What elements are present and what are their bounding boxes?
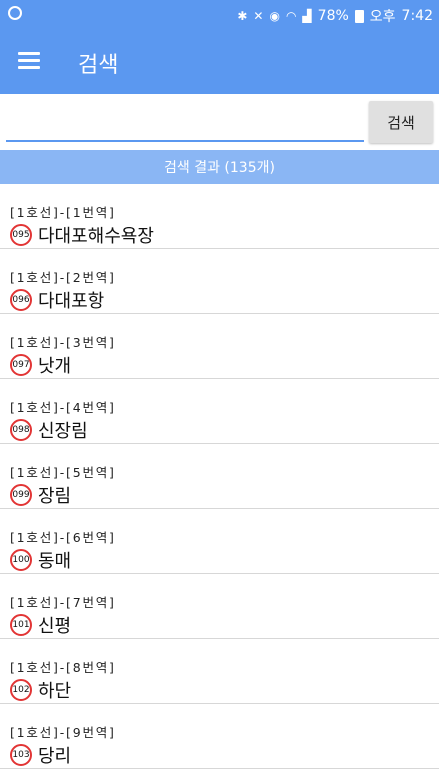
search-row: 검색 bbox=[0, 94, 439, 150]
line-station-label: [1호선]-[8번역] bbox=[10, 660, 116, 675]
menu-icon bbox=[18, 52, 40, 55]
station-code-badge: 098 bbox=[10, 419, 32, 441]
battery-percent: 78% bbox=[317, 8, 349, 24]
station-name: 동매 bbox=[38, 551, 72, 572]
station-name: 다대포항 bbox=[38, 291, 105, 312]
app-bar: 검색 bbox=[0, 30, 439, 94]
result-list[interactable]: [1호선]-[1번역] 095 다대포해수욕장 [1호선]-[2번역] 096 … bbox=[0, 184, 439, 779]
status-time: 7:42 bbox=[401, 8, 433, 24]
list-item[interactable]: [1호선]-[4번역] 098 신장림 bbox=[0, 379, 439, 444]
station-code-badge: 100 bbox=[10, 549, 32, 571]
signal-icon: ▟ bbox=[302, 9, 312, 23]
line-station-label: [1호선]-[3번역] bbox=[10, 335, 116, 350]
station-code-badge: 101 bbox=[10, 614, 32, 636]
list-item[interactable]: [1호선]-[5번역] 099 장림 bbox=[0, 444, 439, 509]
status-bar: ✱ ✕ ◉ ◠ ▟ 78% 오후 7:42 bbox=[0, 0, 439, 30]
station-code-badge: 099 bbox=[10, 484, 32, 506]
list-item[interactable]: [1호선]-[1번역] 095 다대포해수욕장 bbox=[0, 184, 439, 249]
result-count-bar: 검색 결과 (135개) bbox=[0, 150, 439, 184]
station-name: 낫개 bbox=[38, 356, 72, 377]
list-item[interactable]: [1호선]-[8번역] 102 하단 bbox=[0, 639, 439, 704]
station-name: 당리 bbox=[38, 746, 72, 767]
menu-button[interactable] bbox=[18, 48, 42, 72]
list-item[interactable]: [1호선]-[7번역] 101 신평 bbox=[0, 574, 439, 639]
list-item[interactable]: [1호선]-[9번역] 103 당리 bbox=[0, 704, 439, 769]
station-code-badge: 102 bbox=[10, 679, 32, 701]
station-name: 다대포해수욕장 bbox=[38, 226, 154, 247]
battery-icon bbox=[354, 9, 364, 23]
status-ampm: 오후 bbox=[369, 9, 396, 25]
search-input[interactable] bbox=[6, 104, 364, 142]
app-notification-icon bbox=[8, 6, 22, 20]
line-station-label: [1호선]-[1번역] bbox=[10, 205, 116, 220]
line-station-label: [1호선]-[5번역] bbox=[10, 465, 116, 480]
station-name: 하단 bbox=[38, 681, 72, 702]
station-name: 신평 bbox=[38, 616, 72, 637]
wifi-icon: ◠ bbox=[285, 9, 297, 23]
menu-icon bbox=[18, 66, 40, 69]
station-code-badge: 097 bbox=[10, 354, 32, 376]
station-code-badge: 095 bbox=[10, 224, 32, 246]
menu-icon bbox=[18, 59, 40, 62]
line-station-label: [1호선]-[7번역] bbox=[10, 595, 116, 610]
bluetooth-icon: ✱ bbox=[237, 9, 248, 23]
list-item[interactable]: [1호선]-[6번역] 100 동매 bbox=[0, 509, 439, 574]
status-icons: ✱ ✕ ◉ ◠ ▟ 78% 오후 7:42 bbox=[237, 6, 433, 26]
station-code-badge: 096 bbox=[10, 289, 32, 311]
page-title: 검색 bbox=[78, 53, 119, 78]
search-button[interactable]: 검색 bbox=[369, 101, 433, 143]
station-name: 장림 bbox=[38, 486, 72, 507]
station-name: 신장림 bbox=[38, 421, 88, 442]
list-item[interactable]: [1호선]-[3번역] 097 낫개 bbox=[0, 314, 439, 379]
line-station-label: [1호선]-[6번역] bbox=[10, 530, 116, 545]
line-station-label: [1호선]-[2번역] bbox=[10, 270, 116, 285]
line-station-label: [1호선]-[9번역] bbox=[10, 725, 116, 740]
line-station-label: [1호선]-[4번역] bbox=[10, 400, 116, 415]
list-item[interactable]: [1호선]-[2번역] 096 다대포항 bbox=[0, 249, 439, 314]
station-code-badge: 103 bbox=[10, 744, 32, 766]
alarm-icon: ◉ bbox=[269, 9, 280, 23]
mute-icon: ✕ bbox=[253, 9, 264, 23]
